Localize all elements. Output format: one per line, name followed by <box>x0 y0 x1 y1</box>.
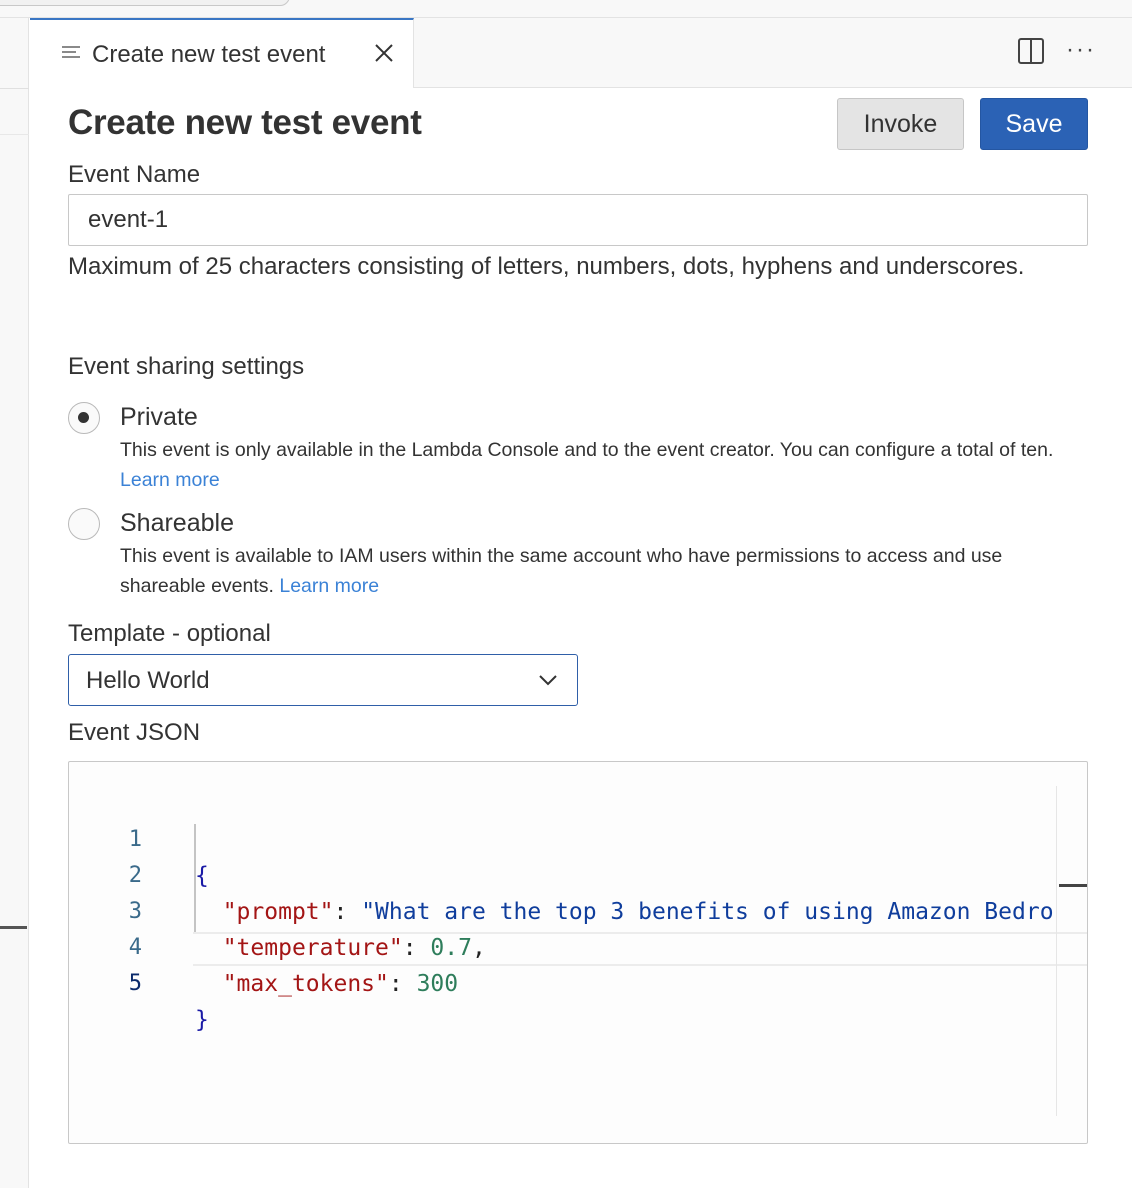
shareable-description-text: This event is available to IAM users wit… <box>120 545 1003 597</box>
window-top-strip <box>0 0 1132 18</box>
more-actions-icon[interactable]: ··· <box>1066 38 1096 62</box>
file-lines-icon <box>62 46 80 62</box>
code-line: 4 "max_tokens": 300 <box>69 894 1087 997</box>
line-number: 5 <box>128 971 142 996</box>
test-event-form: Create new test event Invoke Save Event … <box>30 89 1132 1188</box>
editor-tab-bar: Create new test event ··· <box>30 18 1132 88</box>
template-select[interactable]: Hello World <box>68 654 578 706</box>
invoke-button[interactable]: Invoke <box>837 98 964 150</box>
template-select-value: Hello World <box>86 667 210 694</box>
private-option-title: Private <box>120 403 198 431</box>
sharing-settings-label: Event sharing settings <box>68 353 305 380</box>
save-button[interactable]: Save <box>980 98 1088 150</box>
code-line: 2 "prompt": "What are the top 3 benefits… <box>69 822 1087 925</box>
event-json-label: Event JSON <box>68 719 201 746</box>
event-name-label: Event Name <box>68 161 201 188</box>
shareable-radio[interactable] <box>68 508 100 540</box>
shareable-option-description: This event is available to IAM users wit… <box>120 541 1080 601</box>
private-learn-more-link[interactable]: Learn more <box>120 469 220 491</box>
page-title: Create new test event <box>68 103 422 142</box>
code-line: 3 "temperature": 0.7, <box>69 858 1087 961</box>
shareable-option-title: Shareable <box>120 509 234 537</box>
close-icon[interactable] <box>372 41 396 65</box>
event-name-help: Maximum of 25 characters consisting of l… <box>68 253 1025 280</box>
private-description-text: This event is only available in the Lamb… <box>120 439 1054 461</box>
private-radio[interactable] <box>68 402 100 434</box>
code-line: 5 } <box>69 930 1087 1033</box>
tab-create-new-test-event[interactable]: Create new test event <box>30 18 414 88</box>
gutter-divider <box>0 134 29 135</box>
private-option-description: This event is only available in the Lamb… <box>120 435 1080 495</box>
chevron-down-icon <box>537 669 559 691</box>
code-line: 1 { <box>69 786 1087 889</box>
window-top-pill <box>0 0 290 6</box>
json-number-value: 300 <box>416 971 459 997</box>
json-brace: } <box>195 1007 209 1033</box>
split-editor-icon[interactable] <box>1018 38 1044 64</box>
event-name-input[interactable]: event-1 <box>68 194 1088 246</box>
event-json-editor[interactable]: 1 { 2 "prompt": "What are the top 3 bene… <box>68 761 1088 1144</box>
left-editor-gutter <box>0 18 29 1188</box>
event-name-value: event-1 <box>88 206 169 233</box>
template-label: Template - optional <box>68 620 271 647</box>
gutter-marker <box>0 926 27 929</box>
json-key: "max_tokens" <box>222 971 389 997</box>
json-colon: : <box>388 971 417 997</box>
tab-label: Create new test event <box>92 41 326 68</box>
gutter-divider <box>0 88 29 89</box>
shareable-learn-more-link[interactable]: Learn more <box>279 575 379 597</box>
